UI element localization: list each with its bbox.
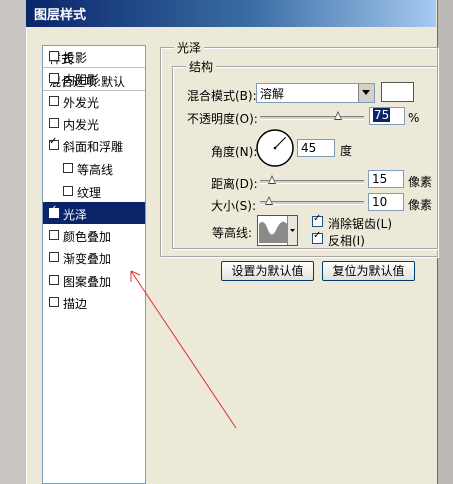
annotation-arrow-icon — [130, 270, 237, 429]
